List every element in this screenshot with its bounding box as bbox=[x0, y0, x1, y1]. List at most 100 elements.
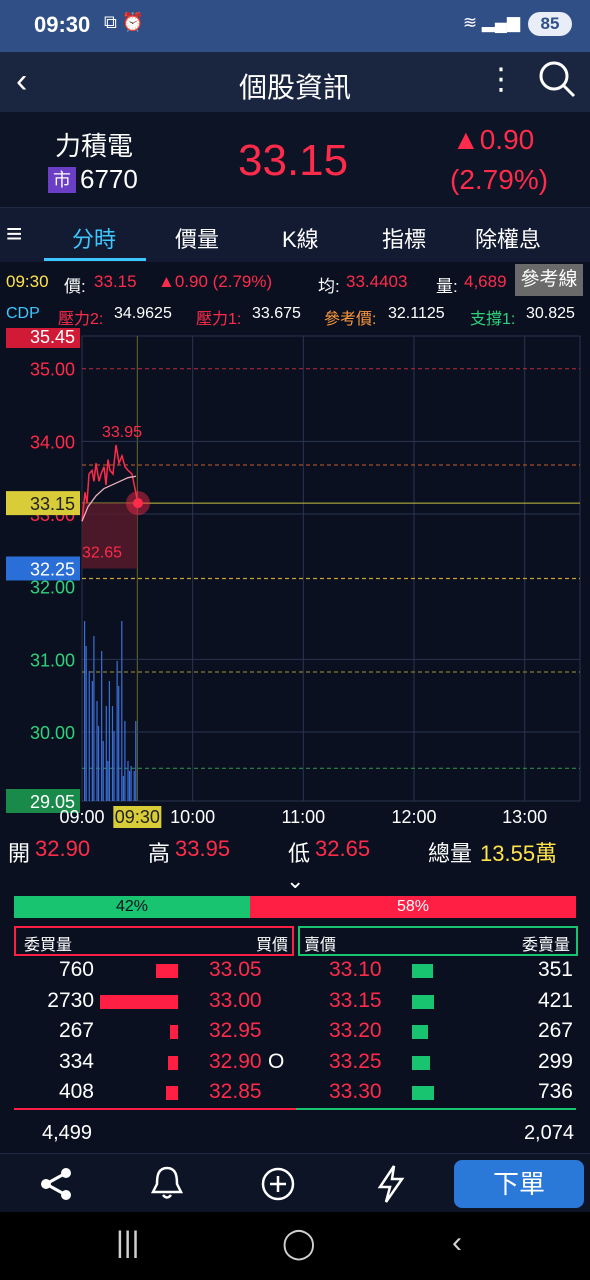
volume-bar bbox=[88, 671, 90, 801]
tab-indicators[interactable]: 指標 bbox=[382, 222, 426, 254]
r1-value: 33.675 bbox=[252, 305, 301, 322]
tab-kline[interactable]: K線 bbox=[282, 222, 319, 254]
tab-ex-dividend[interactable]: 除權息 bbox=[475, 222, 541, 254]
order-book-row[interactable]: 2730 33.00 33.15 421 bbox=[0, 989, 590, 1019]
y-tick-label: 31.00 bbox=[30, 650, 75, 670]
r1-label: 壓力1: bbox=[196, 311, 242, 328]
ask-price: 33.10 bbox=[329, 958, 382, 981]
ref-value: 32.1125 bbox=[388, 305, 445, 322]
order-book-row[interactable]: 267 32.95 33.20 267 bbox=[0, 1019, 590, 1049]
ref-label: 參考價: bbox=[324, 311, 377, 328]
volume-bar bbox=[135, 721, 137, 801]
place-order-button[interactable]: 下單 bbox=[454, 1160, 584, 1208]
tab-price-volume[interactable]: 價量 bbox=[175, 222, 219, 254]
order-book-row[interactable]: 408 32.85 33.30 736 bbox=[0, 1080, 590, 1110]
alarm-icon: ⧉ ⏰ bbox=[104, 12, 145, 32]
bid-total: 4,499 bbox=[42, 1122, 93, 1144]
volume-bar bbox=[113, 731, 115, 801]
bid-price: 32.90 bbox=[209, 1049, 262, 1073]
volume-bar bbox=[97, 726, 100, 801]
home-icon[interactable]: ◯ bbox=[282, 1226, 316, 1261]
bid-qty: 334 bbox=[58, 1049, 94, 1073]
bid-total-line bbox=[14, 1108, 296, 1110]
volume-bar bbox=[101, 651, 103, 801]
reference-price-label: 32.25 bbox=[30, 560, 75, 580]
volume-bar bbox=[107, 761, 109, 801]
share-icon[interactable] bbox=[38, 1166, 74, 1202]
s1-value: 30.825 bbox=[526, 305, 575, 322]
lightning-icon[interactable] bbox=[374, 1164, 408, 1204]
chart-svg[interactable]: 33.9532.65 35.0034.0033.0032.0031.0030.0… bbox=[0, 324, 590, 833]
bid-qty: 760 bbox=[58, 958, 94, 981]
volume-bar bbox=[93, 636, 95, 801]
info-avg-label: 均: bbox=[318, 277, 340, 296]
buy-ratio: 42% bbox=[14, 896, 250, 918]
high-value: 33.95 bbox=[175, 836, 231, 861]
bid-qty-bar bbox=[156, 964, 178, 978]
low-label: 低 bbox=[288, 841, 311, 866]
ask-qty: 299 bbox=[537, 1049, 573, 1073]
order-book-row[interactable]: 760 33.05 33.10 351 bbox=[0, 958, 590, 988]
ask-total: 2,074 bbox=[523, 1122, 574, 1144]
ask-price: 33.15 bbox=[329, 988, 382, 1012]
sort-menu-icon[interactable]: ≡ bbox=[6, 218, 22, 250]
reference-line-button[interactable]: 參考線 bbox=[515, 264, 583, 296]
total-value: 13.55萬 bbox=[480, 841, 558, 866]
ask-qty-bar bbox=[412, 1025, 428, 1039]
y-tick-label: 35.00 bbox=[30, 360, 75, 380]
ask-qty-bar bbox=[412, 1086, 434, 1100]
market-badge: 市 bbox=[48, 167, 76, 193]
search-icon[interactable] bbox=[538, 60, 576, 98]
x-tick-label: 12:00 bbox=[391, 807, 436, 827]
system-nav-bar: ||| ◯ ‹ bbox=[0, 1212, 590, 1280]
volume-bar bbox=[133, 771, 135, 801]
ask-qty-bar bbox=[412, 1055, 430, 1070]
bid-price: 32.95 bbox=[209, 1019, 262, 1042]
more-menu-icon[interactable]: ⋮ bbox=[486, 62, 516, 97]
stock-name: 力積電 bbox=[55, 131, 134, 161]
order-book-row[interactable]: 334 32.90 O 33.25 299 bbox=[0, 1050, 590, 1080]
ask-qty: 351 bbox=[537, 958, 573, 981]
volume-bar bbox=[85, 646, 87, 801]
intraday-chart[interactable]: 33.9532.65 35.0034.0033.0032.0031.0030.0… bbox=[0, 324, 590, 833]
volume-bar bbox=[96, 701, 98, 801]
ask-qty-bar bbox=[412, 994, 434, 1009]
ask-price: 33.20 bbox=[329, 1019, 382, 1042]
system-back-icon[interactable]: ‹ bbox=[452, 1226, 462, 1260]
bid-qty: 408 bbox=[58, 1080, 94, 1103]
bell-icon[interactable] bbox=[148, 1164, 186, 1202]
high-label: 高 bbox=[148, 841, 171, 866]
bid-qty-bar bbox=[170, 1025, 178, 1039]
ask-price-header: 賣價 bbox=[304, 937, 337, 954]
chevron-down-icon[interactable]: ⌄ bbox=[286, 868, 304, 894]
tab-intraday[interactable]: 分時 bbox=[72, 222, 116, 254]
low-price-label: 32.65 bbox=[82, 544, 122, 561]
open-value: 32.90 bbox=[35, 836, 91, 861]
y-tick-label: 30.00 bbox=[30, 723, 75, 743]
bid-price: 32.85 bbox=[209, 1080, 262, 1103]
volume-bar bbox=[91, 681, 93, 801]
info-vol-label: 量: bbox=[436, 277, 458, 296]
x-tick-label: 09:00 bbox=[59, 807, 104, 827]
quote-panel: 力積電 市 6770 33.15 ▲0.90 (2.79%) bbox=[0, 112, 590, 208]
status-bar: 09:30 ⧉ ⏰ ≋ ▂▄▆ 85 bbox=[0, 0, 590, 52]
signal-icon: ≋ ▂▄▆ bbox=[462, 13, 520, 32]
volume-bar bbox=[102, 741, 104, 801]
add-icon[interactable] bbox=[260, 1166, 296, 1202]
low-value: 32.65 bbox=[315, 836, 371, 861]
own-order-mark: O bbox=[268, 1049, 285, 1073]
ohlc-summary: 開 32.90 高 33.95 低 32.65 總量 13.55萬 bbox=[0, 832, 590, 868]
stock-code: 6770 bbox=[80, 164, 138, 194]
recent-apps-icon[interactable]: ||| bbox=[116, 1226, 139, 1260]
price-change-pct: (2.79%) bbox=[450, 164, 549, 195]
ask-qty-bar bbox=[412, 964, 433, 978]
bottom-toolbar: 下單 bbox=[0, 1153, 590, 1212]
bid-qty-bar bbox=[168, 1055, 178, 1070]
top-limit-label: 35.45 bbox=[30, 328, 75, 347]
y-tick-label: 34.00 bbox=[30, 432, 75, 452]
tab-bar: ≡ 分時 價量 K線 指標 除權息 bbox=[0, 208, 590, 262]
y-tick-label: 32.00 bbox=[30, 578, 75, 598]
ask-price: 33.25 bbox=[329, 1049, 382, 1073]
bid-price: 33.00 bbox=[209, 988, 262, 1012]
cursor-dot bbox=[133, 498, 143, 509]
